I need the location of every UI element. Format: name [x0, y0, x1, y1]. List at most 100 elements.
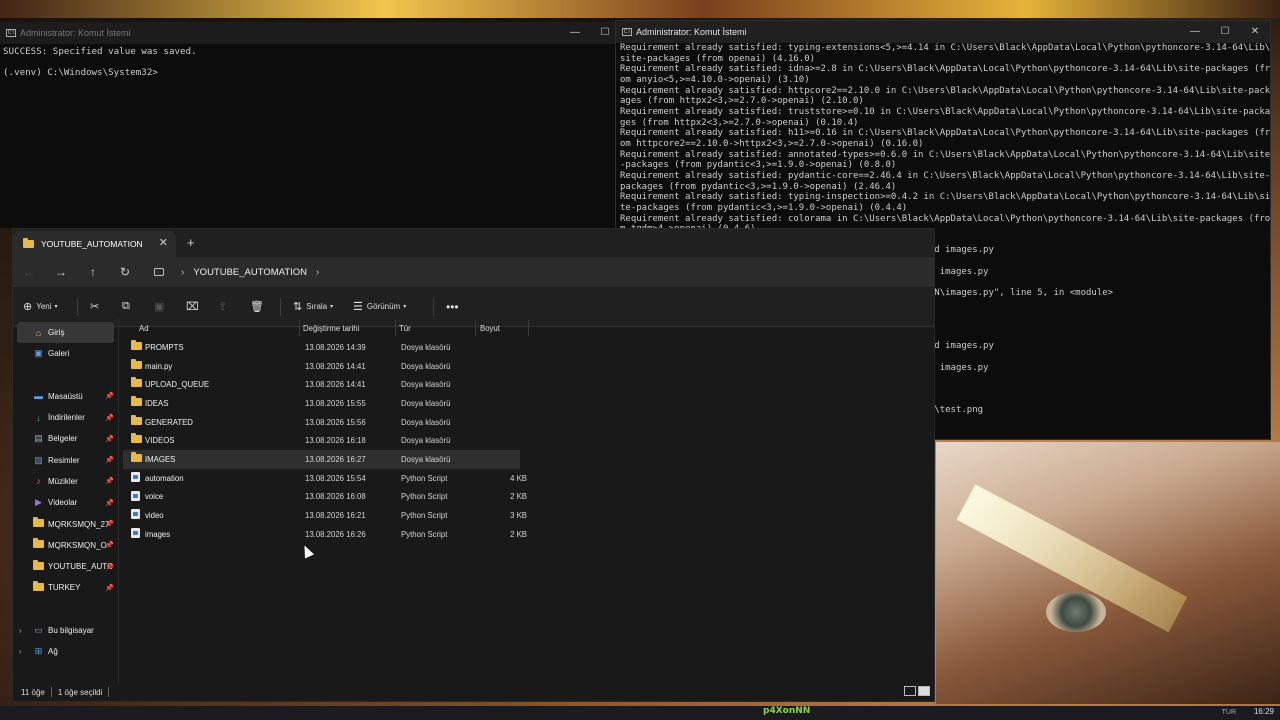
console-line: ages (from httpx2<3,>=2.7.0->openai) (2.…	[620, 96, 864, 107]
sort-label: Sırala	[306, 302, 328, 311]
column-divider[interactable]	[475, 320, 476, 336]
file-row[interactable]: video 13.08.2026 16:21 Python Script 3 KB	[119, 506, 934, 525]
cut-button[interactable]: ✂	[90, 300, 122, 313]
minimize-icon[interactable]: —	[1180, 21, 1210, 43]
paste-button[interactable]: ▣	[154, 300, 186, 313]
view-button[interactable]: ☰ Görünüm ▾	[353, 300, 433, 313]
file-row[interactable]: IMAGES 13.08.2026 16:27 Dosya klasörü	[123, 450, 520, 469]
nav-item-pinned-folder-2[interactable]: MQRKSMQN_O 📌	[13, 535, 118, 556]
pin-icon[interactable]: 📌	[105, 541, 114, 549]
nav-item-gallery[interactable]: ▣ Galeri	[13, 343, 118, 364]
pin-icon[interactable]: 📌	[105, 584, 114, 592]
nav-item-music[interactable]: ♪ Müzikler 📌	[13, 471, 118, 492]
file-date: 13.08.2026 16:21	[305, 511, 366, 521]
pin-icon[interactable]: 📌	[105, 499, 114, 507]
file-row[interactable]: GENERATED 13.08.2026 15:56 Dosya klasörü	[119, 413, 934, 432]
file-date: 13.08.2026 14:41	[305, 380, 366, 390]
forward-arrow-icon[interactable]: →	[45, 265, 77, 279]
chevron-right-icon[interactable]: ›	[316, 267, 319, 278]
details-view-icon[interactable]	[904, 686, 916, 696]
nav-item-documents[interactable]: ▤ Belgeler 📌	[13, 428, 118, 449]
more-options-icon[interactable]: •••	[446, 300, 459, 314]
chevron-right-icon[interactable]: ›	[19, 626, 22, 635]
pin-icon[interactable]: 📌	[105, 456, 114, 464]
left-command-prompt[interactable]: C:\ Administrator: Komut İstemi — ☐ SUCC…	[0, 22, 620, 228]
console-line: Requirement already satisfied: truststor…	[620, 106, 1271, 117]
nav-item-network[interactable]: › ⊞ Ağ	[13, 641, 118, 662]
nav-item-pinned-folder-4[interactable]: TURKEY 📌	[13, 577, 118, 598]
column-name[interactable]: Ad	[139, 324, 149, 333]
copy-icon: ⧉	[122, 300, 130, 312]
minimize-icon[interactable]: —	[560, 22, 590, 44]
share-button[interactable]: ⇪	[218, 300, 250, 313]
nav-item-pinned-folder-1[interactable]: MQRKSMQN_27 📌	[13, 513, 118, 534]
nav-item-pinned-folder-3[interactable]: YOUTUBE_AUTC 📌	[13, 556, 118, 577]
explorer-tab[interactable]: YOUTUBE_AUTOMATION ✕	[13, 231, 176, 257]
file-name: VIDEOS	[145, 436, 175, 446]
refresh-icon[interactable]: ↻	[109, 265, 141, 279]
status-bar: 11 öğe 1 öğe seçildi	[13, 683, 934, 701]
new-tab-icon[interactable]: +	[187, 235, 195, 250]
new-button[interactable]: ⊕ Yeni ▾	[23, 300, 71, 313]
column-divider[interactable]	[395, 320, 396, 336]
file-row[interactable]: images 13.08.2026 16:26 Python Script 2 KB	[119, 525, 934, 544]
divider	[50, 687, 52, 697]
pin-icon[interactable]: 📌	[105, 520, 114, 528]
nav-label: MQRKSMQN_27	[48, 519, 110, 529]
tiles-view-icon[interactable]	[918, 686, 930, 696]
file-row[interactable]: automation 13.08.2026 15:54 Python Script 4…	[119, 469, 934, 488]
explorer-content: ⌂ Giriş ▣ Galeri ▬ Masaüstü 📌 ↓ İndirile…	[13, 318, 934, 683]
column-divider[interactable]	[528, 320, 529, 336]
nav-item-home[interactable]: ⌂ Giriş	[17, 322, 114, 344]
explorer-navbar: ← → ↑ ↻ › YOUTUBE_AUTOMATION ›	[13, 257, 934, 287]
close-tab-icon[interactable]: ✕	[159, 236, 168, 249]
pin-icon[interactable]: 📌	[105, 477, 114, 485]
pin-icon[interactable]: 📌	[105, 414, 114, 422]
clock[interactable]: 16:29	[1254, 707, 1274, 716]
close-icon[interactable]: ✕	[1240, 21, 1270, 43]
file-date: 13.08.2026 14:39	[305, 342, 366, 352]
address-bar[interactable]: › YOUTUBE_AUTOMATION ›	[150, 261, 620, 283]
up-arrow-icon[interactable]: ↑	[77, 265, 109, 279]
file-row[interactable]: UPLOAD_QUEUE 13.08.2026 14:41 Dosya klasör…	[119, 375, 934, 394]
nav-item-pictures[interactable]: ▨ Resimler 📌	[13, 449, 118, 470]
chevron-right-icon[interactable]: ›	[181, 267, 184, 278]
file-explorer-window[interactable]: YOUTUBE_AUTOMATION ✕ + ← → ↑ ↻ › YOUTUBE…	[12, 228, 935, 702]
monitor-icon	[154, 268, 164, 276]
sort-button[interactable]: ⇅ Sırala ▾	[293, 300, 353, 313]
right-console-titlebar[interactable]: C:\ Administrator: Komut İstemi — ☐ ✕	[616, 21, 1270, 43]
left-console-output[interactable]: SUCCESS: Specified value was saved. (.ve…	[0, 44, 620, 82]
left-console-titlebar[interactable]: C:\ Administrator: Komut İstemi — ☐	[0, 22, 620, 44]
copy-button[interactable]: ⧉	[122, 300, 154, 313]
pin-icon[interactable]: 📌	[105, 392, 114, 400]
nav-label: TURKEY	[48, 583, 81, 593]
nav-label: Videolar	[48, 498, 78, 508]
rename-button[interactable]: ⌧	[186, 300, 218, 313]
column-size[interactable]: Boyut	[480, 324, 500, 333]
nav-item-videos[interactable]: ▶ Videolar 📌	[13, 492, 118, 513]
maximize-icon[interactable]: ☐	[1210, 21, 1240, 43]
nav-item-this-pc[interactable]: › ▭ Bu bilgisayar	[13, 620, 118, 641]
chevron-right-icon[interactable]: ›	[19, 647, 22, 656]
pin-icon[interactable]: 📌	[105, 563, 114, 571]
breadcrumb-folder[interactable]: YOUTUBE_AUTOMATION	[193, 267, 307, 278]
delete-button[interactable]: 🗑	[250, 300, 280, 313]
file-row[interactable]: voice 13.08.2026 16:08 Python Script 2 KB	[119, 488, 934, 507]
item-count: 11 öğe	[21, 687, 45, 697]
nav-item-desktop[interactable]: ▬ Masaüstü 📌	[13, 386, 118, 407]
pin-icon[interactable]: 📌	[105, 435, 114, 443]
folder-icon	[33, 580, 44, 593]
file-row[interactable]: PROMPTS 13.08.2026 14:39 Dosya klasörü	[119, 338, 934, 357]
file-row[interactable]: main.py 13.08.2026 14:41 Dosya klasörü	[119, 357, 934, 376]
file-row[interactable]: IDEAS 13.08.2026 15:55 Dosya klasörü	[119, 394, 934, 413]
file-row[interactable]: VIDEOS 13.08.2026 16:18 Dosya klasörü	[119, 431, 934, 450]
language-indicator[interactable]: TUR	[1222, 709, 1236, 716]
column-date[interactable]: Değiştirme tarihi	[303, 324, 359, 333]
file-type: Python Script	[401, 473, 448, 483]
back-arrow-icon[interactable]: ←	[13, 265, 45, 279]
nav-item-downloads[interactable]: ↓ İndirilenler 📌	[13, 407, 118, 428]
column-divider[interactable]	[299, 320, 300, 336]
column-type[interactable]: Tür	[399, 324, 411, 333]
explorer-tabstrip: YOUTUBE_AUTOMATION ✕ +	[13, 229, 934, 257]
